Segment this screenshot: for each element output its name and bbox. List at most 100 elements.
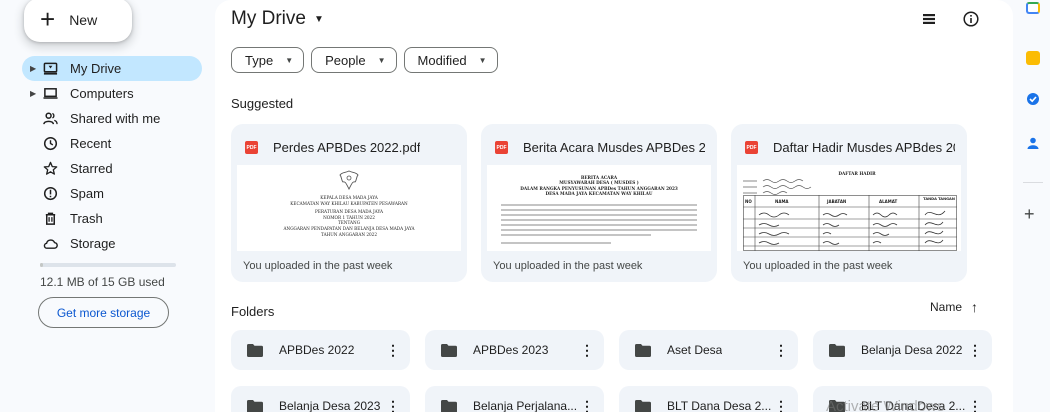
- folder-name: APBDes 2022: [279, 343, 355, 357]
- table-header-alamat: ALAMAT: [879, 199, 898, 204]
- more-options-icon[interactable]: ⋮: [386, 340, 400, 360]
- suggested-cards: PDF Perdes APBDes 2022.pdf KEPALA DESA M…: [231, 124, 967, 282]
- card-subtitle: You uploaded in the past week: [493, 260, 643, 272]
- table-header-tanda-tangan: TANDA TANGAN: [923, 197, 955, 201]
- sidebar-item-computers[interactable]: ▶ Computers: [22, 81, 202, 106]
- main-panel: My Drive ▼ Type ▼ People ▼ Modified ▼ Sugge…: [215, 0, 1013, 412]
- star-icon: [42, 161, 58, 177]
- people-filter-chip[interactable]: People ▼: [311, 47, 397, 73]
- filter-chips: Type ▼ People ▼ Modified ▼: [231, 47, 498, 73]
- file-name: Berita Acara Musdes APBDes 202...: [523, 140, 705, 155]
- document-preview-text: KEPALA DESA MADA JAYA KECAMATAN WAY KHIL…: [237, 195, 461, 237]
- folder-icon: [247, 343, 263, 357]
- sidebar-item-label: Spam: [70, 186, 104, 201]
- new-button[interactable]: + New: [24, 0, 132, 42]
- info-icon[interactable]: [962, 10, 980, 28]
- computers-icon: [42, 86, 58, 102]
- table-header-no: NO: [745, 199, 752, 204]
- folder-name: Belanja Perjalana...: [473, 399, 578, 412]
- folder-item[interactable]: APBDes 2023 ⋮: [425, 330, 604, 370]
- folder-item[interactable]: Belanja Desa 2022 ⋮: [813, 330, 992, 370]
- emblem-icon: [339, 170, 359, 191]
- sort-by-name-button[interactable]: Name ↑: [930, 299, 978, 315]
- sidebar-nav: ▶ My Drive ▶ Computers Shared with me Re…: [22, 56, 202, 256]
- contacts-icon[interactable]: [1026, 136, 1040, 150]
- sidebar-item-trash[interactable]: Trash: [22, 206, 202, 231]
- page-title[interactable]: My Drive ▼: [231, 8, 324, 30]
- file-name: Perdes APBDes 2022.pdf: [273, 140, 421, 155]
- sidebar-item-starred[interactable]: Starred: [22, 156, 202, 181]
- sidebar-item-spam[interactable]: Spam: [22, 181, 202, 206]
- card-header: PDF Berita Acara Musdes APBDes 202...: [495, 140, 705, 155]
- add-addon-icon[interactable]: +: [1024, 204, 1035, 225]
- activate-windows-watermark: Activate Windows: [826, 398, 945, 412]
- doc-line: DESA MADA JAYA KECAMATAN WAY KHILAU: [545, 191, 653, 197]
- file-thumbnail: KEPALA DESA MADA JAYA KECAMATAN WAY KHIL…: [237, 165, 461, 251]
- card-header: PDF Daftar Hadir Musdes APBdes 20...: [745, 140, 955, 155]
- shared-icon: [42, 111, 58, 127]
- suggested-file-card[interactable]: PDF Berita Acara Musdes APBDes 202... BE…: [481, 124, 717, 282]
- table-header-nama: NAMA: [775, 199, 789, 204]
- spam-icon: [42, 186, 58, 202]
- keep-icon[interactable]: [1026, 51, 1040, 65]
- folder-item[interactable]: Belanja Perjalana... ⋮: [425, 386, 604, 412]
- folder-icon: [441, 343, 457, 357]
- expand-caret-icon[interactable]: ▶: [30, 64, 36, 73]
- folder-icon: [441, 399, 457, 412]
- document-preview-text: BERITA ACARA MUSYAWARAH DESA ( MUSDES ) …: [487, 175, 711, 197]
- dropdown-arrow-icon: ▼: [478, 55, 487, 65]
- more-options-icon[interactable]: ⋮: [386, 396, 400, 412]
- trash-icon: [42, 211, 58, 227]
- table-header-jabatan: JABATAN: [827, 199, 847, 204]
- folder-icon: [247, 399, 263, 412]
- type-filter-chip[interactable]: Type ▼: [231, 47, 305, 73]
- dropdown-arrow-icon: ▼: [377, 55, 386, 65]
- suggested-section-title: Suggested: [231, 96, 294, 111]
- sidebar-item-recent[interactable]: Recent: [22, 131, 202, 156]
- sidebar-item-shared-with-me[interactable]: Shared with me: [22, 106, 202, 131]
- dropdown-arrow-icon: ▼: [313, 13, 324, 25]
- list-view-icon[interactable]: [921, 11, 937, 27]
- card-subtitle: You uploaded in the past week: [743, 260, 893, 272]
- folder-name: APBDes 2023: [473, 343, 549, 357]
- more-options-icon[interactable]: ⋮: [968, 396, 982, 412]
- my-drive-icon: [42, 61, 58, 77]
- sidebar-item-label: Storage: [70, 236, 116, 251]
- page-title-text: My Drive: [231, 8, 306, 29]
- suggested-file-card[interactable]: PDF Daftar Hadir Musdes APBdes 20... DAF…: [731, 124, 967, 282]
- folder-item[interactable]: BLT Dana Desa 2... ⋮: [619, 386, 798, 412]
- file-name: Daftar Hadir Musdes APBdes 20...: [773, 140, 955, 155]
- storage-progress-bar: [40, 263, 176, 267]
- folder-icon: [635, 399, 651, 412]
- more-options-icon[interactable]: ⋮: [774, 340, 788, 360]
- pdf-icon: PDF: [495, 141, 508, 154]
- tasks-icon[interactable]: [1026, 92, 1040, 106]
- card-header: PDF Perdes APBDes 2022.pdf: [245, 140, 455, 155]
- storage-usage-text: 12.1 MB of 15 GB used: [40, 275, 165, 289]
- suggested-file-card[interactable]: PDF Perdes APBDes 2022.pdf KEPALA DESA M…: [231, 124, 467, 282]
- sidebar-item-my-drive[interactable]: ▶ My Drive: [22, 56, 202, 81]
- chip-label: Modified: [417, 52, 467, 68]
- expand-caret-icon[interactable]: ▶: [30, 89, 36, 98]
- folder-item[interactable]: Belanja Desa 2023 ⋮: [231, 386, 410, 412]
- more-options-icon[interactable]: ⋮: [774, 396, 788, 412]
- sidebar-item-label: Starred: [70, 161, 113, 176]
- folder-item[interactable]: Aset Desa ⋮: [619, 330, 798, 370]
- sidebar-item-storage[interactable]: Storage: [22, 231, 202, 256]
- cloud-icon: [42, 236, 58, 252]
- more-options-icon[interactable]: ⋮: [968, 340, 982, 360]
- chip-label: Type: [245, 52, 274, 68]
- file-thumbnail: DAFTAR HADIR NO NAMA JABATAN ALAMAT TAND…: [737, 165, 961, 251]
- clock-icon: [42, 136, 58, 152]
- modified-filter-chip[interactable]: Modified ▼: [403, 47, 498, 73]
- more-options-icon[interactable]: ⋮: [580, 396, 594, 412]
- folder-name: Aset Desa: [667, 343, 723, 357]
- side-panel-rail: +: [1013, 0, 1050, 412]
- pdf-icon: PDF: [245, 141, 258, 154]
- calendar-icon[interactable]: [1026, 2, 1040, 14]
- dropdown-arrow-icon: ▼: [285, 55, 294, 65]
- folder-icon: [635, 343, 651, 357]
- more-options-icon[interactable]: ⋮: [580, 340, 594, 360]
- get-more-storage-button[interactable]: Get more storage: [38, 297, 169, 328]
- folder-item[interactable]: APBDes 2022 ⋮: [231, 330, 410, 370]
